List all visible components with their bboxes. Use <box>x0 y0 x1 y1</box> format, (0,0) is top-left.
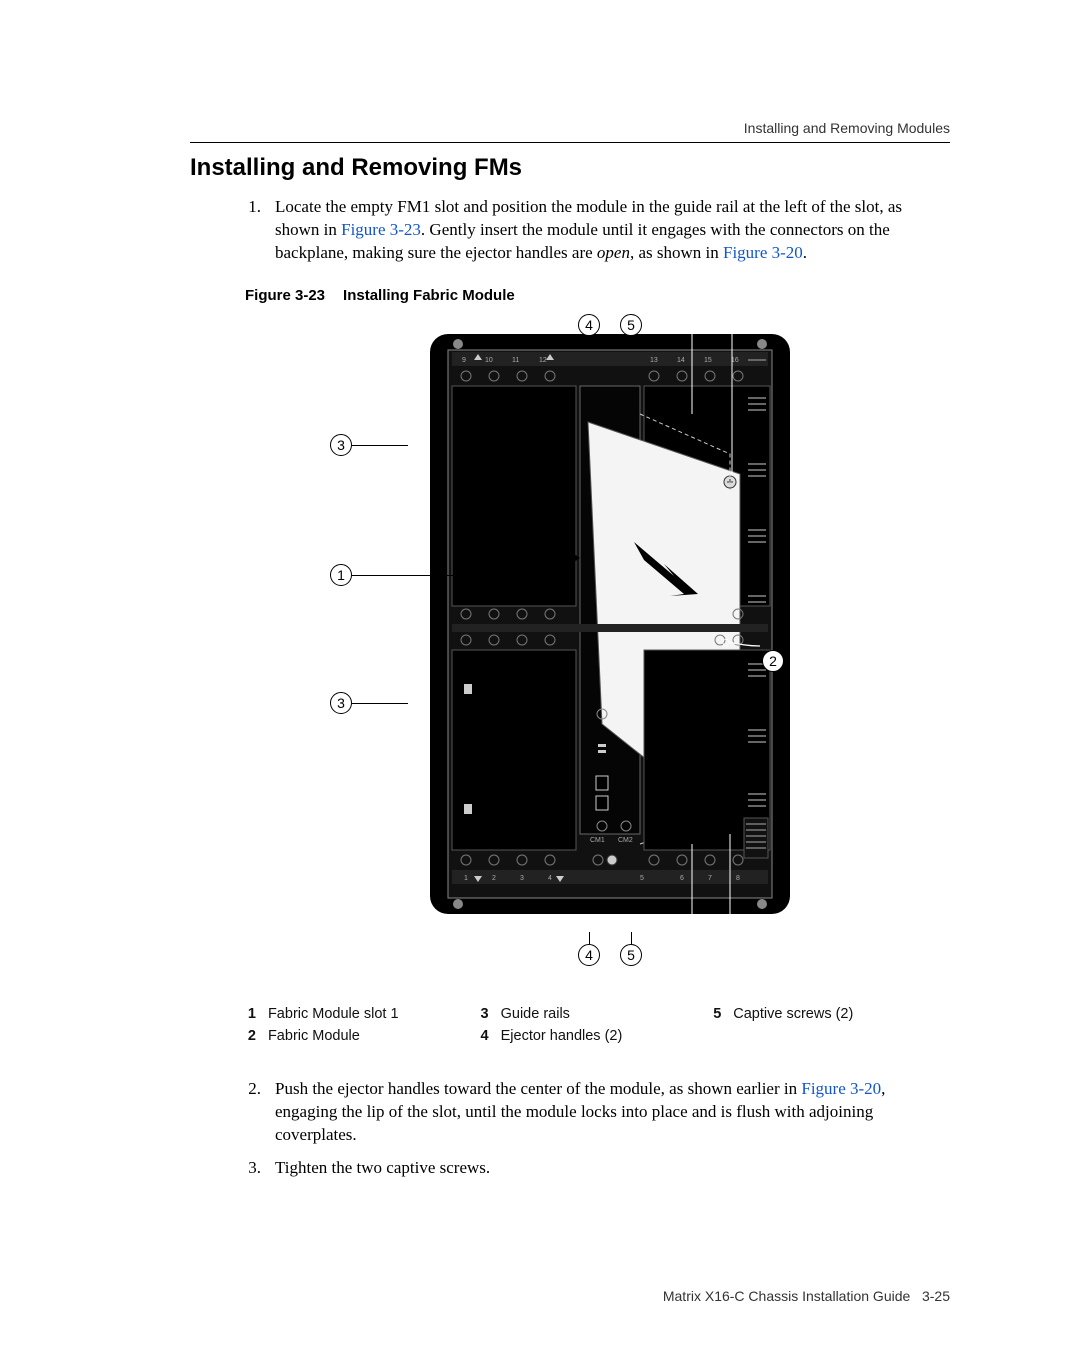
svg-text:CM1: CM1 <box>590 837 605 844</box>
callout-4-top: 4 <box>578 314 600 336</box>
svg-text:CM2: CM2 <box>618 837 633 844</box>
figure-legend: 1Fabric Module slot 1 3Guide rails 5Capt… <box>245 1002 950 1048</box>
text: . <box>803 243 807 262</box>
section-heading: Installing and Removing FMs <box>190 154 950 182</box>
running-header: Installing and Removing Modules <box>744 120 950 136</box>
svg-text:3: 3 <box>520 875 524 882</box>
svg-text:8: 8 <box>736 875 740 882</box>
svg-text:7: 7 <box>708 875 712 882</box>
callout-2: 2 <box>762 650 784 672</box>
figure-caption: Figure 3-23 Installing Fabric Module <box>245 287 950 304</box>
emphasis: open <box>597 243 630 262</box>
leader-line <box>631 336 632 348</box>
step-number: 2. <box>245 1078 261 1147</box>
callout-3-upper: 3 <box>330 434 352 456</box>
leader-line <box>631 932 632 944</box>
text: , as shown in <box>630 243 723 262</box>
step-text: Push the ejector handles toward the cent… <box>275 1078 950 1147</box>
leader-line <box>352 703 408 704</box>
svg-text:10: 10 <box>485 357 493 364</box>
legend-item: Ejector handles (2) <box>501 1026 711 1046</box>
svg-text:4: 4 <box>548 875 552 882</box>
header-rule <box>190 142 950 143</box>
figure: 4 5 3 1 3 2 4 5 <box>330 314 930 984</box>
figure-link[interactable]: Figure 3-20 <box>801 1079 881 1098</box>
step-3: 3. Tighten the two captive screws. <box>245 1157 950 1180</box>
svg-text:13: 13 <box>650 357 658 364</box>
page-footer: Matrix X16-C Chassis Installation Guide … <box>663 1288 950 1304</box>
step-text: Locate the empty FM1 slot and position t… <box>275 196 950 265</box>
svg-text:9: 9 <box>462 357 466 364</box>
legend-item: Captive screws (2) <box>733 1004 943 1024</box>
step-1: 1. Locate the empty FM1 slot and positio… <box>245 196 950 265</box>
legend-item: Fabric Module <box>268 1026 478 1046</box>
callout-5-top: 5 <box>620 314 642 336</box>
svg-text:15: 15 <box>704 357 712 364</box>
step-2: 2. Push the ejector handles toward the c… <box>245 1078 950 1147</box>
footer-page-number: 3-25 <box>922 1288 950 1304</box>
svg-text:12: 12 <box>539 357 547 364</box>
figure-link[interactable]: Figure 3-23 <box>341 220 421 239</box>
figure-title: Installing Fabric Module <box>343 287 515 304</box>
svg-text:6: 6 <box>680 875 684 882</box>
svg-text:1: 1 <box>464 875 468 882</box>
footer-title: Matrix X16-C Chassis Installation Guide <box>663 1288 910 1304</box>
callout-3-lower: 3 <box>330 692 352 714</box>
svg-text:C: C <box>722 638 729 649</box>
svg-text:2: 2 <box>492 875 496 882</box>
callout-4-bottom: 4 <box>578 944 600 966</box>
leader-line <box>722 661 762 662</box>
svg-text:14: 14 <box>677 357 685 364</box>
legend-item: Fabric Module slot 1 <box>268 1004 478 1024</box>
legend-item: Guide rails <box>501 1004 711 1024</box>
step-text: Tighten the two captive screws. <box>275 1157 490 1180</box>
leader-line <box>352 445 408 446</box>
leader-line <box>589 932 590 944</box>
figure-link[interactable]: Figure 3-20 <box>723 243 803 262</box>
step-number: 3. <box>245 1157 261 1180</box>
step-number: 1. <box>245 196 261 265</box>
text: Push the ejector handles toward the cent… <box>275 1079 801 1098</box>
callout-1: 1 <box>330 564 352 586</box>
svg-text:5: 5 <box>640 875 644 882</box>
figure-label: Figure 3-23 <box>245 287 325 304</box>
svg-text:11: 11 <box>512 357 519 364</box>
leader-line <box>352 575 472 576</box>
leader-line <box>589 336 590 348</box>
chassis-illustration: 9 10 11 12 13 14 15 16 <box>430 314 790 934</box>
callout-5-bottom: 5 <box>620 944 642 966</box>
